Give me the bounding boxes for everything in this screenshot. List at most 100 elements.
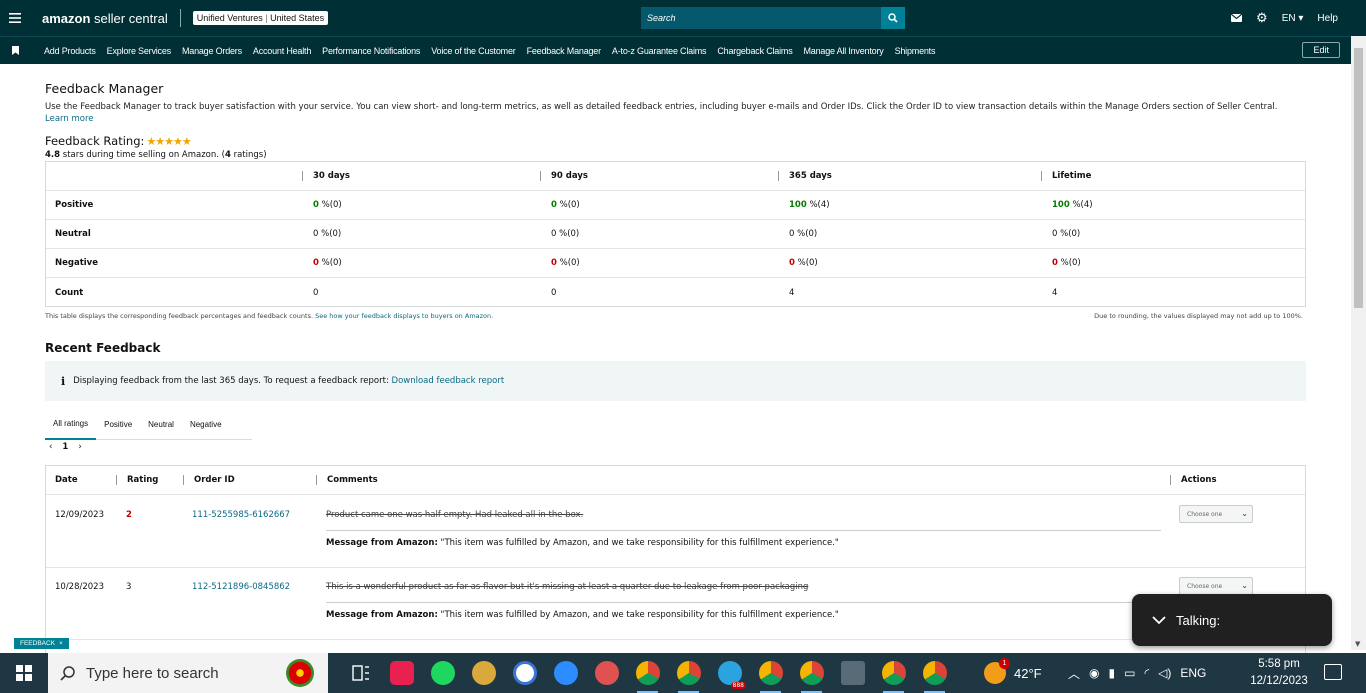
info-alert: i Displaying feedback from the last 365 … <box>45 361 1306 401</box>
weather-icon: 1 <box>984 658 1010 684</box>
start-button[interactable] <box>0 653 48 693</box>
gear-icon[interactable]: ⚙ <box>1256 10 1268 26</box>
top-right-tools: ⚙ EN ▾ Help <box>1231 0 1338 36</box>
stats-value: 100 <box>1052 200 1070 210</box>
nav-item[interactable]: Manage Orders <box>182 46 242 56</box>
poinsettia-icon <box>286 659 314 687</box>
chrome-profile-r-icon[interactable] <box>914 653 955 693</box>
learn-more-link[interactable]: Learn more <box>45 114 93 124</box>
chrome-profile-m-icon[interactable] <box>668 653 709 693</box>
rating-tabs: All ratings Positive Neutral Negative <box>45 410 252 440</box>
nav-item[interactable]: Manage All Inventory <box>804 46 884 56</box>
chrome-profile-icon[interactable] <box>750 653 791 693</box>
next-page-icon[interactable]: › <box>78 442 81 452</box>
stats-row: Neutral 0 %(0) 0 %(0) 0 %(0) 0 %(0) <box>46 220 1305 249</box>
scrollbar-thumb[interactable] <box>1354 48 1363 308</box>
account-switcher[interactable]: Unified Ventures | United States <box>192 11 329 25</box>
stats-cell: 4 <box>1052 288 1057 298</box>
language-indicator[interactable]: ENG <box>1180 666 1206 680</box>
chevron-down-icon[interactable] <box>1152 612 1166 628</box>
rating-tab[interactable]: All ratings <box>45 410 97 440</box>
language-selector[interactable]: EN ▾ <box>1282 13 1304 24</box>
mail-icon[interactable] <box>1231 14 1243 22</box>
feedback-rating: 3 <box>126 582 132 592</box>
menu-icon[interactable] <box>0 0 30 36</box>
page-scrollbar[interactable]: ▼ <box>1351 36 1366 650</box>
chevron-up-icon[interactable]: ︿ <box>1068 665 1080 682</box>
taskbar-search[interactable]: Type here to search <box>48 653 328 693</box>
bookmark-icon[interactable] <box>0 46 30 55</box>
nav-item[interactable]: Voice of the Customer <box>431 46 516 56</box>
zoom-icon[interactable] <box>545 653 586 693</box>
feedback-display-link[interactable]: See how your feedback displays to buyers… <box>315 312 493 320</box>
stats-cell: 0 %(0) <box>551 229 579 239</box>
action-dropdown[interactable]: Choose one ⌄ <box>1179 505 1253 523</box>
tiktok-icon[interactable] <box>381 653 422 693</box>
task-view-icon[interactable] <box>340 653 381 693</box>
stats-unit: %(0) <box>1057 258 1081 268</box>
nav-item[interactable]: Performance Notifications <box>322 46 420 56</box>
rating-tab[interactable]: Positive <box>96 410 140 440</box>
stats-cell: 0 %(0) <box>1052 258 1081 268</box>
prev-page-icon[interactable]: ‹ <box>49 442 52 452</box>
order-id-link[interactable]: 112-5121896-0845862 <box>192 582 290 592</box>
spotify-icon[interactable] <box>422 653 463 693</box>
battery-icon[interactable]: ▭ <box>1124 666 1135 680</box>
rating-tab[interactable]: Neutral <box>140 410 182 440</box>
page-number[interactable]: 1 <box>62 442 68 452</box>
logo[interactable]: amazon seller central <box>42 11 168 26</box>
clock[interactable]: 5:58 pm 12/12/2023 <box>1248 656 1310 690</box>
clock-app-icon[interactable] <box>504 653 545 693</box>
nav-item[interactable]: Shipments <box>895 46 936 56</box>
order-id-link[interactable]: 111-5255985-6162667 <box>192 510 290 520</box>
edit-nav-button[interactable]: Edit <box>1302 42 1340 58</box>
stats-unit: %(0) <box>794 258 818 268</box>
search-button[interactable] <box>881 7 905 29</box>
feedback-tab-button[interactable]: FEEDBACK × <box>14 638 69 649</box>
windows-icon <box>16 665 32 681</box>
feedback-table: Date Rating Order ID Comments Actions 12… <box>45 465 1306 655</box>
microphone-icon[interactable]: ▮ <box>1109 666 1116 680</box>
wifi-icon[interactable]: ◜ <box>1144 666 1149 680</box>
notification-icon[interactable] <box>1324 664 1342 680</box>
talking-popup[interactable]: Talking: <box>1132 594 1332 646</box>
feedback-rating-heading: Feedback Rating: ★★★★★ <box>45 134 192 148</box>
nav-item[interactable]: Chargeback Claims <box>717 46 792 56</box>
nav-item[interactable]: Explore Services <box>107 46 172 56</box>
stats-cell: 0 %(0) <box>551 258 580 268</box>
feedback-comment: This is a wonderful product as far as fl… <box>326 582 809 592</box>
chrome-profile-l-icon[interactable] <box>791 653 832 693</box>
download-report-link[interactable]: Download feedback report <box>392 376 505 386</box>
stats-cell: 0 %(0) <box>789 258 818 268</box>
chrome-icon[interactable] <box>627 653 668 693</box>
volume-icon[interactable]: ◁) <box>1158 666 1171 680</box>
stats-row: Positive 0 %(0) 0 %(0) 100 %(4) 100 %(4) <box>46 191 1305 220</box>
mascot-app-icon[interactable] <box>463 653 504 693</box>
calculator-icon[interactable] <box>832 653 873 693</box>
stats-cell: 100 %(4) <box>1052 200 1093 210</box>
help-link[interactable]: Help <box>1317 13 1338 24</box>
comment-divider <box>326 530 1161 531</box>
col-date: Date <box>55 475 78 485</box>
pagination: ‹ 1 › <box>49 442 82 452</box>
meet-icon[interactable]: ◉ <box>1089 666 1099 680</box>
scroll-down-icon[interactable]: ▼ <box>1355 640 1360 648</box>
nav-item[interactable]: A-to-z Guarantee Claims <box>612 46 707 56</box>
nav-item[interactable]: Account Health <box>253 46 311 56</box>
col-rating: Rating <box>116 475 158 485</box>
stats-row: Negative 0 %(0) 0 %(0) 0 %(0) 0 %(0) <box>46 249 1305 278</box>
close-icon[interactable]: × <box>59 640 63 647</box>
nav-item[interactable]: Feedback Manager <box>527 46 602 56</box>
weather-widget[interactable]: 1 42°F <box>984 653 1042 693</box>
telegram-icon[interactable]: 888 <box>709 653 750 693</box>
rating-tab[interactable]: Negative <box>182 410 230 440</box>
chrome-profile-s-icon[interactable] <box>873 653 914 693</box>
search-input[interactable] <box>641 7 881 29</box>
stats-header: 30 days <box>302 171 350 181</box>
stats-row-label: Negative <box>55 258 98 268</box>
stats-row-label: Neutral <box>55 229 91 239</box>
paint-app-icon[interactable] <box>586 653 627 693</box>
stats-value: 0 <box>313 287 319 298</box>
nav-item[interactable]: Add Products <box>44 46 96 56</box>
action-dropdown[interactable]: Choose one ⌄ <box>1179 577 1253 595</box>
